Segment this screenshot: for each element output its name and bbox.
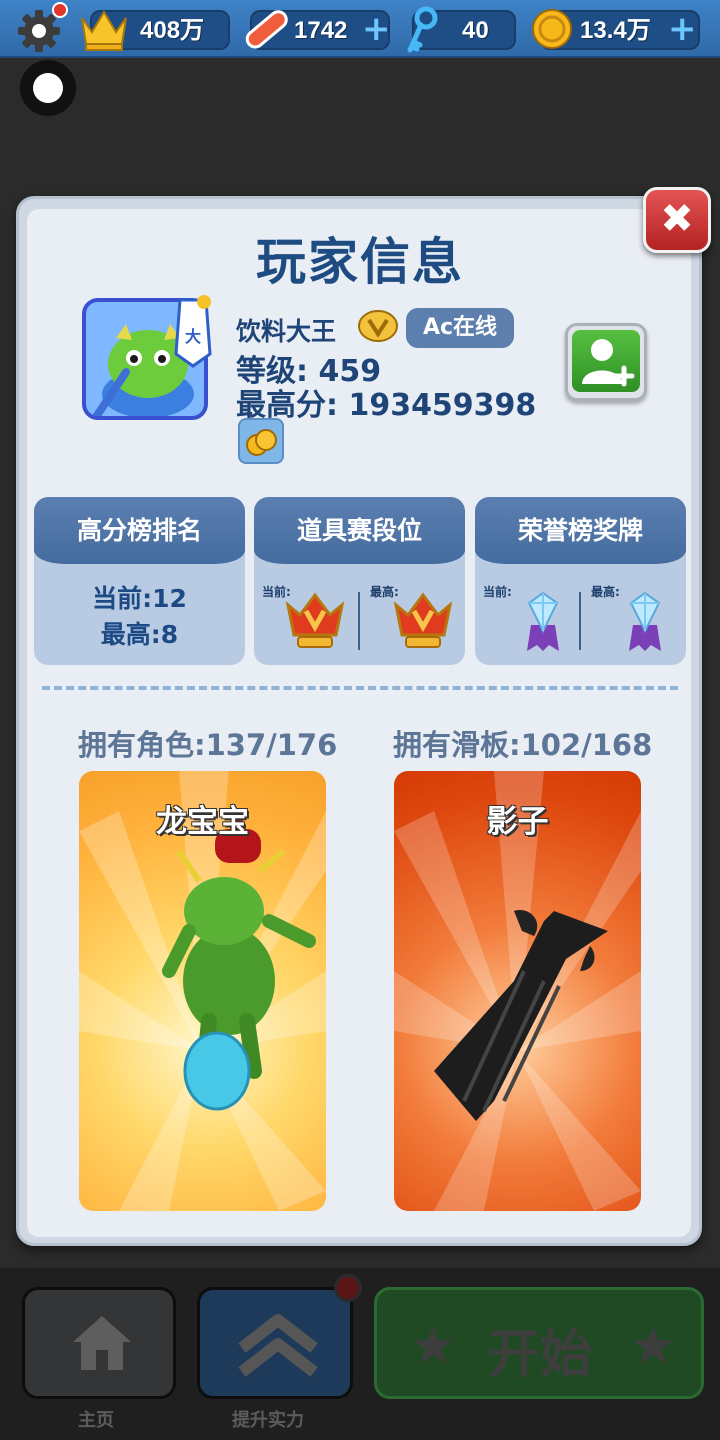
record-indicator[interactable]	[20, 60, 76, 116]
coin-add-icon[interactable]: +	[668, 12, 697, 46]
honor-medal-title: 荣誉榜奖牌	[475, 497, 686, 564]
current-rank: 当前:12	[92, 584, 187, 613]
home-icon	[73, 1316, 131, 1370]
coin-count: 13.4万	[580, 17, 651, 44]
online-status-badge: Ac在线	[406, 308, 514, 348]
add-friend-button-face[interactable]	[572, 330, 640, 392]
double-chevron-up-icon	[238, 1314, 318, 1377]
best-diamond-medal-icon	[629, 591, 661, 651]
home-button[interactable]	[22, 1287, 176, 1399]
owned-boards-count: 拥有滑板:102/168	[393, 728, 653, 762]
item-race-tier-card: 道具赛段位 当前: 最高:	[254, 497, 465, 665]
item-race-tier-title: 道具赛段位	[254, 497, 465, 564]
star-left-icon	[413, 1326, 453, 1364]
top-currency-bar: 408万 1742 + 40 13.4万 +	[0, 0, 720, 58]
star-right-icon	[633, 1326, 673, 1364]
trophy-count: 408万	[140, 17, 205, 44]
upgrade-button[interactable]	[197, 1287, 353, 1399]
upgrade-label: 提升实力	[232, 1410, 304, 1431]
high-score-rank-card: 高分榜排名 当前:12 最高:8	[34, 497, 245, 665]
best-tier-trophy-icon	[393, 592, 453, 648]
vip-badge-icon	[358, 310, 398, 342]
settings-notification-dot	[52, 2, 68, 18]
coin-collector-badge	[238, 418, 284, 464]
high-score-rank-title: 高分榜排名	[34, 497, 245, 564]
board-add-icon[interactable]: +	[362, 12, 391, 46]
section-divider	[42, 686, 678, 690]
close-button[interactable]: ✖	[643, 187, 711, 253]
best-medal-label: 最高:	[591, 585, 620, 599]
start-label: 开始	[487, 1325, 592, 1385]
artist-badge-icon: 大	[174, 295, 212, 368]
tier-divider	[358, 592, 360, 650]
player-best-score: 最高分: 193459398	[236, 388, 537, 423]
character-name: 龙宝宝	[156, 804, 249, 840]
player-name: 饮料大王	[236, 317, 337, 346]
skateboard-icon	[245, 10, 288, 49]
board-count: 1742	[294, 17, 348, 44]
panel-title: 玩家信息	[256, 233, 464, 291]
current-tier-trophy-icon	[285, 592, 345, 648]
owned-characters-count: 拥有角色:137/176	[78, 728, 338, 762]
svg-text:大: 大	[185, 327, 201, 346]
key-count: 40	[462, 17, 489, 44]
home-label: 主页	[78, 1410, 114, 1431]
upgrade-notification-dot	[334, 1274, 362, 1302]
current-medal-label: 当前:	[483, 585, 512, 599]
skateboard-name: 影子	[486, 804, 549, 840]
honor-medal-card: 荣誉榜奖牌 当前: 最高:	[475, 497, 686, 665]
crown-icon	[81, 10, 127, 51]
current-diamond-medal-icon	[527, 591, 559, 651]
best-rank: 最高:8	[100, 620, 179, 649]
key-icon	[407, 6, 438, 53]
coin-icon	[532, 9, 572, 49]
medal-divider	[579, 592, 581, 650]
coins-icon	[246, 429, 277, 456]
add-friend-icon	[582, 339, 635, 387]
